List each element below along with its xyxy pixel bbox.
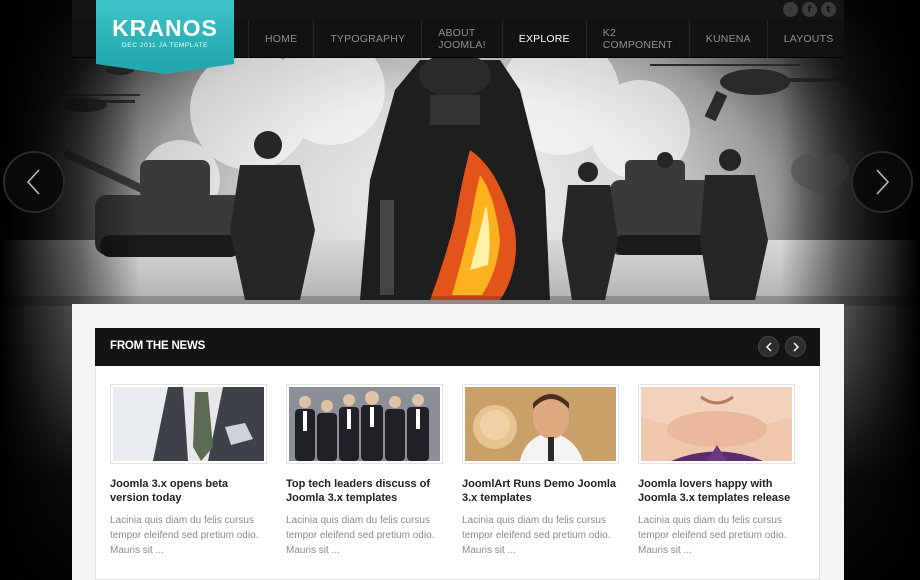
news-item-excerpt: Lacinia quis diam du felis cursus tempor… [110, 515, 259, 556]
news-title: FROM THE NEWS [110, 340, 206, 352]
news-item-excerpt: Lacinia quis diam du felis cursus tempor… [462, 515, 611, 556]
news-thumbnail[interactable] [638, 384, 795, 464]
news-item-excerpt: Lacinia quis diam du felis cursus tempor… [286, 515, 435, 556]
news-items: Joomla 3.x opens beta version today Laci… [110, 384, 795, 558]
nav-item-k2-component[interactable]: K2 COMPONENT [585, 20, 689, 58]
news-item: Joomla lovers happy with Joomla 3.x temp… [638, 384, 795, 558]
news-thumbnail[interactable] [286, 384, 443, 464]
slider-next-button[interactable] [851, 151, 913, 213]
rss-icon[interactable]: ◦ [783, 2, 798, 17]
chevron-left-icon [26, 169, 40, 195]
nav-item-typography[interactable]: TYPOGRAPHY [313, 20, 421, 58]
news-header: FROM THE NEWS [95, 328, 820, 366]
chevron-right-icon [876, 169, 890, 195]
nav-item-home[interactable]: HOME [248, 20, 313, 58]
news-item-title[interactable]: Joomla lovers happy with Joomla 3.x temp… [638, 477, 795, 505]
business-team-image [289, 387, 440, 461]
twitter-icon[interactable]: t [821, 2, 836, 17]
social-links: ◦ f t [783, 2, 836, 17]
logo-tagline: DEC 2011 JA TEMPLATE [121, 42, 209, 49]
logo-title: KRANOS [112, 15, 218, 41]
news-item-title[interactable]: JoomlArt Runs Demo Joomla 3.x templates [462, 477, 619, 505]
slider-prev-button[interactable] [3, 151, 65, 213]
nav-item-kunena[interactable]: KUNENA [688, 20, 767, 58]
facebook-icon[interactable]: f [802, 2, 817, 17]
news-item-title[interactable]: Joomla 3.x opens beta version today [110, 477, 267, 505]
office-man-image [465, 387, 616, 461]
news-carousel-nav [758, 336, 806, 357]
chevron-left-icon [765, 341, 772, 352]
news-item-title[interactable]: Top tech leaders discuss of Joomla 3.x t… [286, 477, 443, 505]
news-next-button[interactable] [785, 336, 806, 357]
nav-item-about-joomla[interactable]: ABOUT JOOMLA! [421, 20, 501, 58]
news-item-excerpt: Lacinia quis diam du felis cursus tempor… [638, 515, 787, 556]
news-prev-button[interactable] [758, 336, 779, 357]
main-nav: HOME TYPOGRAPHY ABOUT JOOMLA! EXPLORE K2… [248, 20, 849, 58]
content-panel: FROM THE NEWS Joomla 3.x opens beta vers… [72, 304, 844, 580]
news-module: FROM THE NEWS Joomla 3.x opens beta vers… [95, 328, 820, 580]
news-item: Joomla 3.x opens beta version today Laci… [110, 384, 267, 558]
news-thumbnail[interactable] [110, 384, 267, 464]
nav-item-explore[interactable]: EXPLORE [501, 20, 586, 58]
suit-tie-image [113, 387, 264, 461]
double-chin-image [641, 387, 792, 461]
nav-item-layouts[interactable]: LAYOUTS [766, 20, 850, 58]
chevron-right-icon [792, 341, 799, 352]
news-thumbnail[interactable] [462, 384, 619, 464]
news-item: JoomlArt Runs Demo Joomla 3.x templates … [462, 384, 619, 558]
site-logo[interactable]: KRANOS DEC 2011 JA TEMPLATE [96, 0, 234, 74]
news-item: Top tech leaders discuss of Joomla 3.x t… [286, 384, 443, 558]
